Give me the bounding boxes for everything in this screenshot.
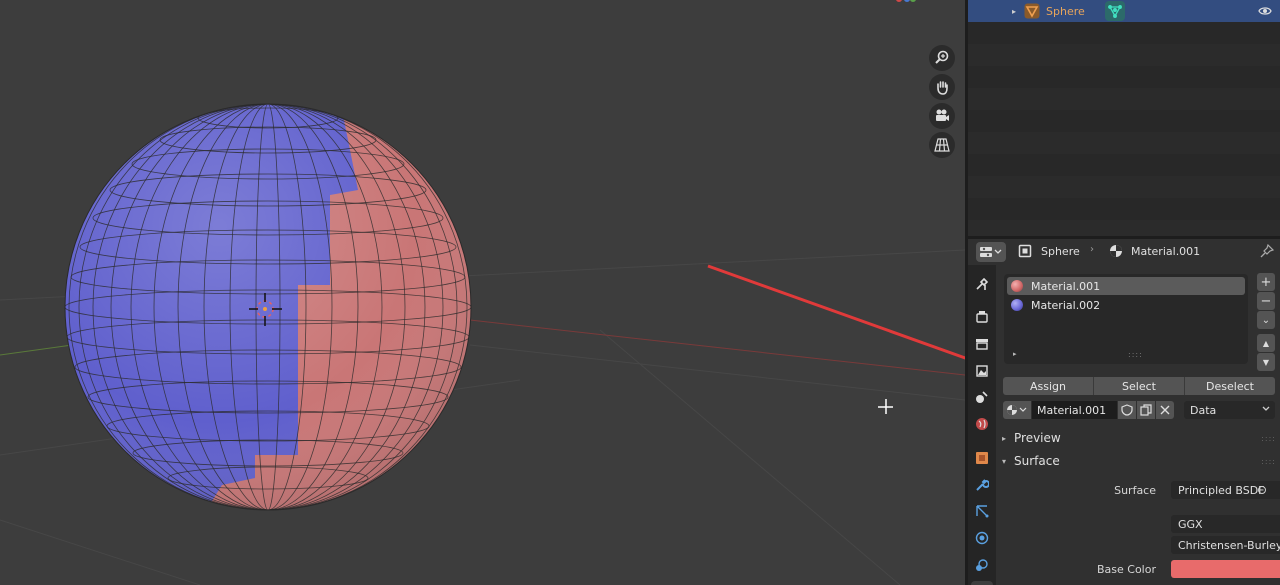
material-name-field[interactable]: Material.001 bbox=[1032, 401, 1117, 419]
chevron-down-icon bbox=[1262, 406, 1270, 411]
material-slot-label: Material.001 bbox=[1031, 279, 1101, 293]
preview-panel-header[interactable]: ▸ Preview :::: bbox=[996, 427, 1280, 449]
expand-arrow-icon[interactable]: ▸ bbox=[1012, 7, 1016, 16]
surface-panel-label: Surface bbox=[1014, 454, 1060, 468]
subsurface-method-value: Christensen-Burley bbox=[1178, 538, 1280, 552]
outliner-empty-row bbox=[968, 22, 1280, 44]
tool-settings-tab-icon[interactable] bbox=[971, 273, 993, 295]
outliner-empty-row bbox=[968, 110, 1280, 132]
list-resize-grip[interactable]: :::: bbox=[1128, 350, 1143, 359]
viewport-scene[interactable] bbox=[0, 0, 965, 585]
link-dropdown-value: Data bbox=[1190, 403, 1217, 417]
fake-user-shield-icon[interactable] bbox=[1118, 401, 1136, 419]
material-preview-ball-icon bbox=[1011, 280, 1023, 292]
render-tab-icon[interactable] bbox=[971, 306, 993, 328]
properties-editor: Sphere › Material.001 Material.001 Mater… bbox=[968, 239, 1280, 585]
outliner-empty-row bbox=[968, 132, 1280, 154]
distribution-value: GGX bbox=[1178, 517, 1203, 531]
grid-perspective-icon[interactable] bbox=[929, 132, 955, 158]
unlink-material-icon[interactable] bbox=[1156, 401, 1174, 419]
constraints-tab-icon[interactable] bbox=[971, 554, 993, 576]
subsurface-method-dropdown[interactable]: Christensen-Burley bbox=[1171, 536, 1280, 554]
scene-tab-icon[interactable] bbox=[971, 386, 993, 408]
material-preview-ball-icon bbox=[1011, 299, 1023, 311]
mesh-object-icon bbox=[1024, 3, 1040, 19]
add-slot-button[interactable]: + bbox=[1257, 273, 1275, 291]
move-slot-up-button[interactable]: ▲ bbox=[1257, 334, 1275, 352]
surface-field-label: Surface bbox=[1114, 484, 1156, 497]
list-expand-icon[interactable]: ▸ bbox=[1013, 350, 1017, 358]
breadcrumb-material: Material.001 bbox=[1131, 245, 1201, 258]
crosshair-cursor-icon bbox=[878, 399, 893, 414]
properties-header: Sphere › Material.001 bbox=[968, 239, 1280, 265]
move-slot-down-button[interactable]: ▼ bbox=[1257, 353, 1275, 371]
material-slot-1[interactable]: Material.001 bbox=[1007, 277, 1245, 295]
physics-tab-icon[interactable] bbox=[971, 527, 993, 549]
outliner-object-label: Sphere bbox=[1046, 4, 1085, 18]
surface-shader-value: Principled BSDF bbox=[1178, 483, 1265, 497]
material-icon bbox=[1110, 245, 1122, 257]
outliner-empty-row bbox=[968, 176, 1280, 198]
link-socket-icon[interactable] bbox=[1258, 486, 1266, 494]
hand-pan-icon[interactable] bbox=[929, 74, 955, 100]
panel-drag-grip[interactable]: :::: bbox=[1261, 457, 1276, 466]
expand-arrow-icon: ▾ bbox=[1002, 456, 1007, 466]
axis-gizmo-icon[interactable] bbox=[893, 0, 917, 6]
outliner-row-sphere[interactable]: ▸ Sphere bbox=[968, 0, 1280, 22]
object-tab-icon[interactable] bbox=[971, 447, 993, 469]
distribution-dropdown[interactable]: GGX bbox=[1171, 515, 1280, 533]
outliner-empty-row bbox=[968, 44, 1280, 66]
particles-tab-icon[interactable] bbox=[971, 500, 993, 522]
select-button[interactable]: Select bbox=[1094, 377, 1185, 395]
surface-panel-header[interactable]: ▾ Surface :::: bbox=[996, 450, 1280, 472]
material-datablock-row: Material.001 Data bbox=[1003, 401, 1275, 419]
outliner-empty-row bbox=[968, 66, 1280, 88]
output-tab-icon[interactable] bbox=[971, 333, 993, 355]
properties-tab-bar bbox=[968, 265, 996, 585]
zoom-icon[interactable] bbox=[929, 45, 955, 71]
breadcrumb-object: Sphere bbox=[1041, 245, 1080, 258]
eye-visibility-icon[interactable] bbox=[1258, 5, 1272, 17]
outliner[interactable]: ▸ Sphere bbox=[968, 0, 1280, 236]
outliner-empty-row bbox=[968, 154, 1280, 176]
mesh-data-icon[interactable] bbox=[1105, 1, 1125, 21]
3d-viewport[interactable] bbox=[0, 0, 965, 585]
collapse-arrow-icon: ▸ bbox=[1002, 433, 1007, 443]
outliner-empty-row bbox=[968, 220, 1280, 236]
editor-type-button[interactable] bbox=[976, 242, 1006, 262]
view-layer-tab-icon[interactable] bbox=[971, 360, 993, 382]
outliner-empty-row bbox=[968, 88, 1280, 110]
world-tab-icon[interactable] bbox=[971, 413, 993, 435]
slot-specials-button[interactable]: ⌄ bbox=[1257, 311, 1275, 329]
annotation-arrow bbox=[707, 264, 965, 360]
browse-material-button[interactable] bbox=[1003, 401, 1031, 419]
duplicate-material-icon[interactable] bbox=[1137, 401, 1155, 419]
link-dropdown[interactable]: Data bbox=[1184, 401, 1275, 419]
breadcrumb-separator: › bbox=[1090, 244, 1094, 255]
material-tab-icon[interactable] bbox=[971, 581, 993, 585]
deselect-button[interactable]: Deselect bbox=[1185, 377, 1275, 395]
panel-drag-grip[interactable]: :::: bbox=[1261, 434, 1276, 443]
base-color-swatch[interactable] bbox=[1171, 560, 1280, 578]
camera-icon[interactable] bbox=[929, 103, 955, 129]
base-color-label: Base Color bbox=[1096, 563, 1156, 576]
material-slot-2[interactable]: Material.002 bbox=[1007, 296, 1245, 314]
blender-window: ▸ Sphere Sphere › Material.001 Material.… bbox=[0, 0, 1280, 585]
object-icon bbox=[1018, 244, 1032, 258]
sphere-mesh[interactable] bbox=[60, 100, 480, 520]
modifier-wrench-tab-icon[interactable] bbox=[971, 474, 993, 496]
material-properties: Material.001 Material.002 ▸ :::: + − ⌄ ▲… bbox=[996, 265, 1280, 585]
pin-icon[interactable] bbox=[1260, 244, 1274, 258]
material-slot-list[interactable]: Material.001 Material.002 ▸ :::: bbox=[1004, 274, 1248, 364]
outliner-empty-row bbox=[968, 198, 1280, 220]
preview-panel-label: Preview bbox=[1014, 431, 1061, 445]
slot-assign-buttons: Assign Select Deselect bbox=[1003, 377, 1275, 395]
material-slot-label: Material.002 bbox=[1031, 298, 1101, 312]
remove-slot-button[interactable]: − bbox=[1257, 292, 1275, 310]
assign-button[interactable]: Assign bbox=[1003, 377, 1094, 395]
